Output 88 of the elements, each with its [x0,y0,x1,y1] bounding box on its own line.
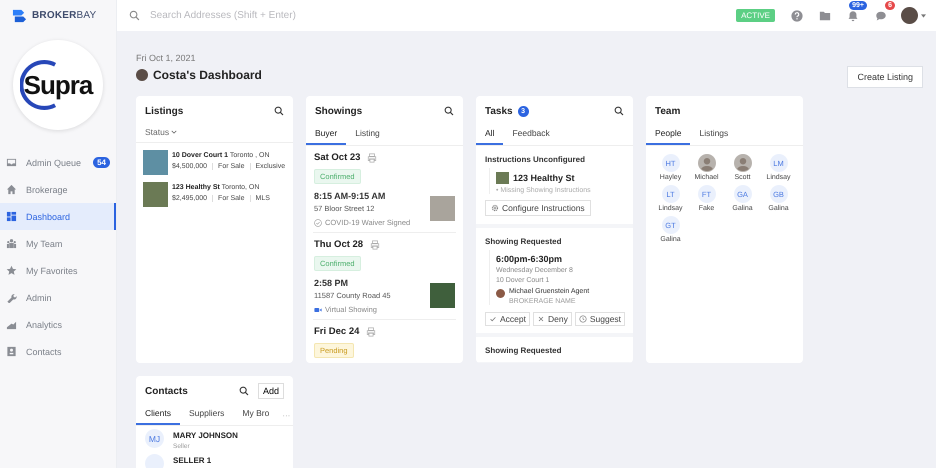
task-heading: Instructions Unconfigured [485,155,586,164]
add-button[interactable]: Add [258,383,284,399]
dashboard-title: Costa's Dashboard [153,68,262,82]
deny-button[interactable]: Deny [533,312,572,326]
showing-date: Sat Oct 23 [314,152,360,163]
sidebar-item[interactable]: Admin Queue 54 [0,149,116,176]
people-icon [6,238,17,249]
create-listing-button[interactable]: Create Listing [847,66,923,88]
brokerbay-logo-icon [12,8,27,23]
contact-name[interactable]: SELLER 1 [173,454,212,465]
caret-icon[interactable] [921,14,926,18]
photo-placeholder [143,182,168,207]
current-date: Fri Oct 1, 2021 [136,53,197,63]
close-icon [537,315,545,323]
card-title: Showings [315,106,362,116]
status-filter[interactable]: Status [145,127,178,137]
person-silhouette-icon[interactable] [698,154,716,172]
gear-icon [491,204,499,212]
card-title: Contacts [145,386,188,396]
sidebar-item[interactable]: Admin [0,284,116,311]
sidebar-item[interactable]: Contacts [0,338,116,365]
contact-name[interactable]: MARY JOHNSON [173,429,238,440]
search-icon[interactable] [444,106,454,116]
accept-button[interactable]: Accept [485,312,530,326]
sidebar-item[interactable]: Dashboard [0,203,116,230]
tab[interactable]: Feedback [503,126,559,145]
agent-avatar [496,289,505,298]
search-icon[interactable] [274,106,284,116]
tab[interactable]: All [476,126,504,145]
folder-icon[interactable] [819,10,831,22]
wrench-icon [6,292,17,303]
grid-icon [6,211,17,222]
photo-placeholder [143,150,168,175]
person-silhouette-icon[interactable] [734,154,752,172]
showing-date: Fri Dec 24 [314,326,360,337]
contact-avatar: MJ [145,429,164,448]
star-icon [6,265,17,276]
count-badge: 54 [93,157,110,168]
search-field[interactable]: Search Addresses (Shift + Enter) [148,9,452,22]
user-avatar[interactable] [901,7,918,24]
check-icon [489,315,497,323]
tab[interactable]: Clients [136,406,180,425]
printer-icon[interactable] [370,240,380,250]
chat-icon[interactable] [875,10,887,22]
help-icon[interactable] [791,10,803,22]
tab[interactable]: My Bro [233,406,278,425]
photo-placeholder [496,172,509,184]
request-time: 6:00pm-6:30pm [496,253,564,264]
status-badge: ACTIVE [736,9,775,22]
showing-time: 2:58 PM [314,278,350,288]
task-heading: Showing Requested [485,237,562,246]
check-circle-icon [314,218,322,226]
tab[interactable]: Suppliers [180,406,234,425]
property-address: 123 Healthy St [513,173,575,183]
card-title: Tasks [485,106,513,116]
printer-icon[interactable] [367,152,378,162]
tab[interactable]: Listings [690,126,738,145]
brokerage-logo: Supra [13,40,103,130]
task-heading: Showing Requested [485,346,562,355]
search-icon [129,10,140,21]
user-avatar [136,69,148,81]
sidebar-item[interactable]: My Favorites [0,257,116,284]
sidebar-item[interactable]: Analytics [0,311,116,338]
tab[interactable]: People [646,126,690,145]
configure-instructions-button[interactable]: Configure Instructions [485,200,591,216]
chevron-down-icon [171,130,178,134]
search-icon[interactable] [614,106,624,116]
photo-placeholder [430,196,455,221]
tab[interactable]: Buyer [306,126,346,145]
sidebar-item[interactable]: My Team [0,230,116,257]
showing-date: Thu Oct 28 [314,239,364,250]
suggest-button[interactable]: Suggest [574,312,626,326]
card-title: Team [655,106,680,116]
tab[interactable]: Listing [346,126,389,145]
photo-placeholder [430,283,455,308]
sidebar-item[interactable]: Brokerage [0,176,116,203]
house-icon [6,184,17,195]
chart-icon [6,319,17,330]
video-camera-icon [314,306,322,314]
search-icon[interactable] [238,386,249,396]
brand-name: BROKERBAY [32,10,96,21]
contact-icon [6,346,17,357]
clock-icon [578,315,587,323]
inbox-icon [6,157,17,168]
showing-time: 8:15 AM-9:15 AM [314,191,386,201]
card-title: Listings [145,106,184,116]
bell-icon[interactable] [847,10,859,22]
printer-icon[interactable] [366,326,376,336]
